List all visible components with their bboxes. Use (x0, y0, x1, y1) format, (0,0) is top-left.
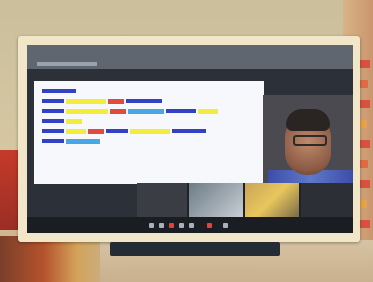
code-line (166, 109, 196, 113)
highlight-yellow (130, 129, 170, 134)
photo-scene (0, 0, 373, 282)
camera-icon[interactable] (159, 223, 164, 228)
code-line (42, 89, 76, 93)
red-object-left (0, 150, 20, 230)
sticky-note (360, 220, 370, 228)
sticky-note (360, 60, 370, 68)
highlight-yellow (66, 119, 82, 124)
highlight-yellow (198, 109, 218, 114)
code-line (172, 129, 206, 133)
shared-code-slide (34, 81, 264, 184)
code-line (42, 109, 64, 113)
end-call-icon[interactable] (169, 223, 174, 228)
sticky-note (360, 180, 370, 188)
highlight-blue (66, 139, 100, 144)
participant-hair (286, 109, 330, 131)
highlight-red (88, 129, 104, 134)
highlight-red (110, 109, 126, 114)
participant-thumbnail[interactable] (301, 183, 353, 217)
participants-icon[interactable] (223, 223, 228, 228)
highlight-yellow (66, 99, 106, 104)
monitor-screen (27, 45, 353, 233)
call-controls-bar (27, 217, 353, 233)
participant-glasses (293, 135, 327, 146)
participant-video-tile[interactable] (263, 95, 353, 190)
monitor-stand (110, 242, 280, 256)
highlight-yellow (66, 109, 108, 114)
share-screen-icon[interactable] (179, 223, 184, 228)
code-line (42, 119, 64, 123)
highlight-yellow (66, 129, 86, 134)
window-title-placeholder (37, 62, 97, 66)
code-line (106, 129, 128, 133)
sticky-note (360, 140, 370, 148)
participant-thumbnail[interactable] (245, 183, 299, 217)
participant-thumbnail[interactable] (189, 183, 243, 217)
highlight-blue (128, 109, 164, 114)
microphone-icon[interactable] (149, 223, 154, 228)
highlight-red (108, 99, 124, 104)
code-line (126, 99, 162, 103)
participant-thumbnails (137, 183, 353, 217)
code-line (42, 129, 64, 133)
code-line (42, 99, 64, 103)
desk-toys (0, 236, 110, 282)
chat-icon[interactable] (189, 223, 194, 228)
sticky-note (360, 100, 370, 108)
participant-thumbnail[interactable] (137, 183, 187, 217)
code-line (42, 139, 64, 143)
video-call-top-bar (27, 45, 353, 69)
end-call-icon[interactable] (207, 223, 212, 228)
